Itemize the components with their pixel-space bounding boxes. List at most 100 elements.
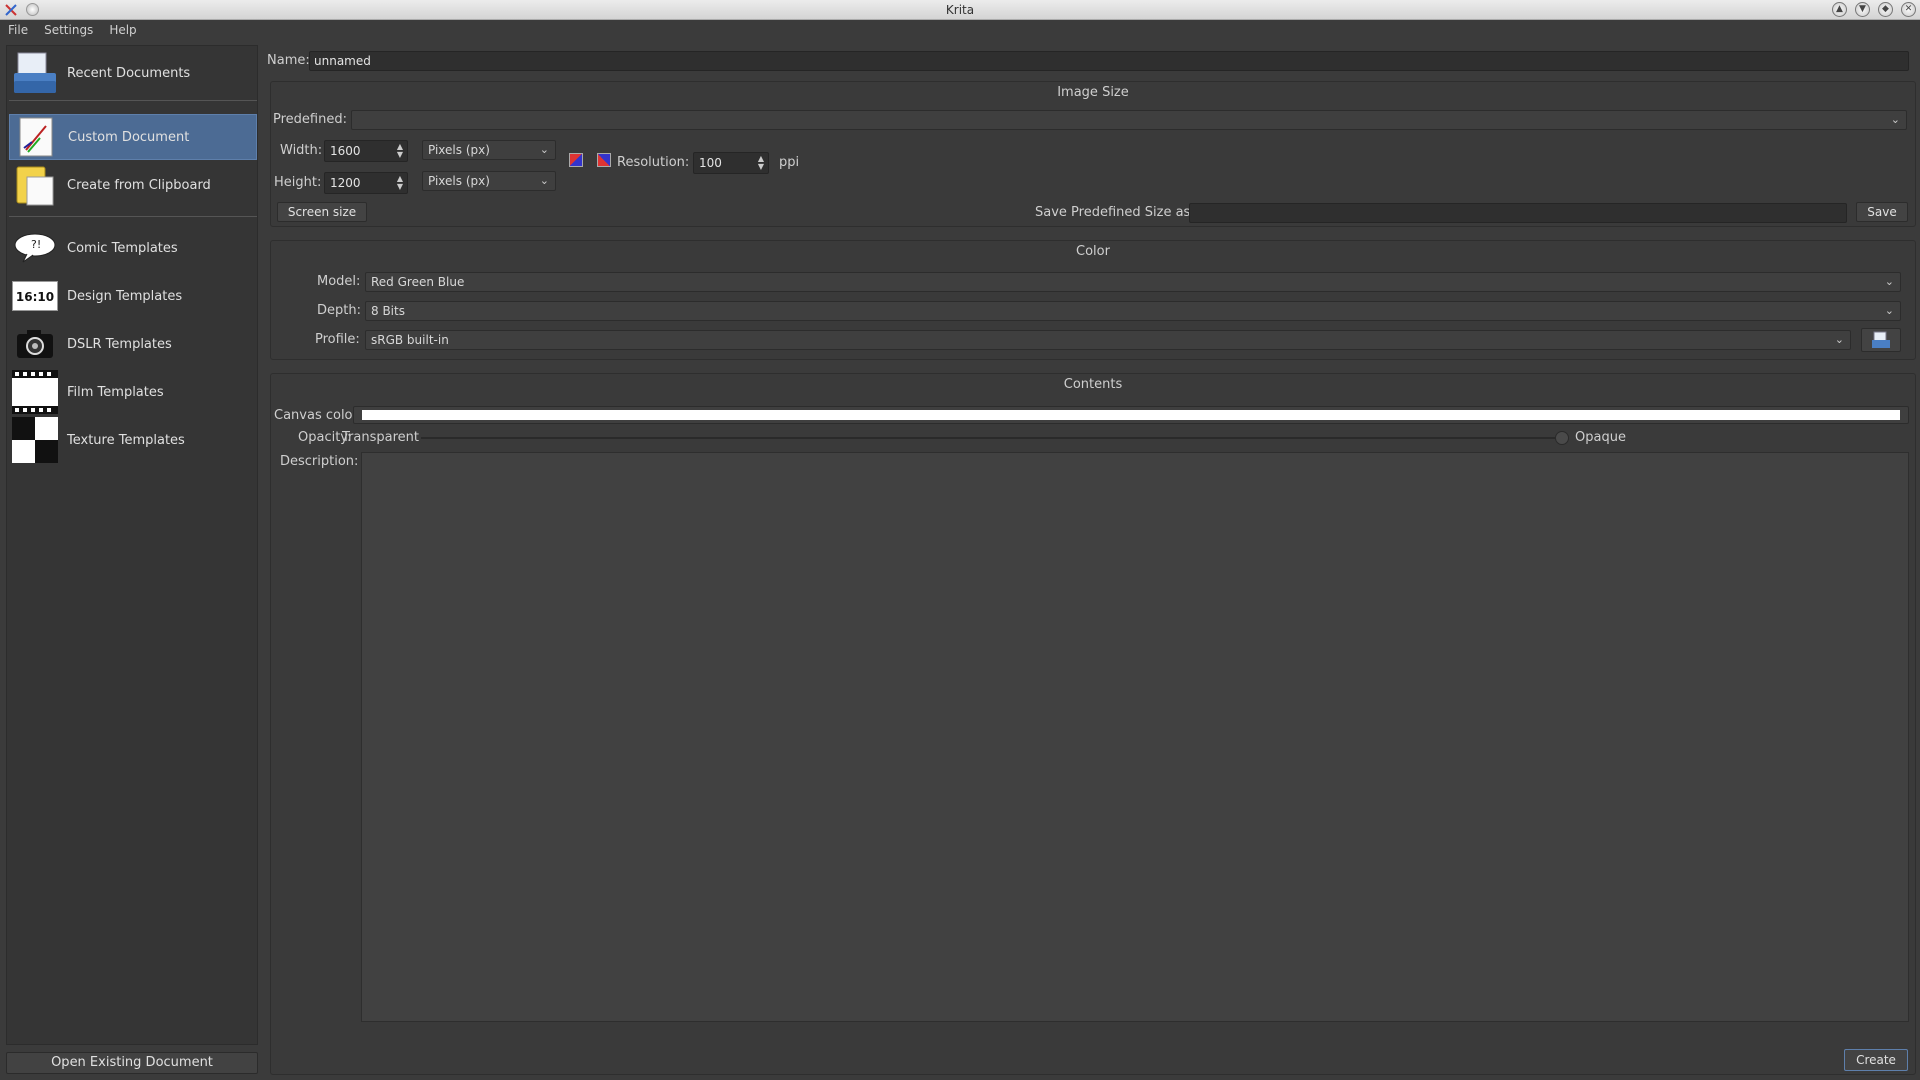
title-bar: Krita ▲ ▼ ◆ ✕ <box>0 0 1920 20</box>
section-heading: Image Size <box>1057 85 1129 100</box>
profile-info-button[interactable] <box>1861 328 1901 352</box>
spin-arrows-icon[interactable]: ▲ ▼ <box>758 155 764 171</box>
document-info-icon <box>1872 331 1890 348</box>
chevron-down-icon: ⌄ <box>539 174 549 187</box>
depth-label: Depth: <box>317 303 361 318</box>
color-depth-select[interactable]: 8 Bits ⌄ <box>365 301 1901 321</box>
model-label: Model: <box>317 274 361 289</box>
divider <box>9 100 257 101</box>
sidebar-item-label: DSLR Templates <box>67 336 172 352</box>
predefined-label: Predefined: <box>273 112 347 127</box>
save-predefined-label: Save Predefined Size as: <box>1035 205 1195 220</box>
resolution-unit: ppi <box>779 155 800 170</box>
width-unit-select[interactable]: Pixels (px) ⌄ <box>422 140 556 160</box>
landscape-orientation-icon[interactable] <box>569 153 583 167</box>
image-size-section: Image Size Predefined: ⌄ Width: 1600 ▲ ▼ … <box>270 81 1916 227</box>
opacity-slider-track[interactable] <box>421 437 1561 439</box>
menu-help[interactable]: Help <box>109 23 136 41</box>
chevron-down-icon: ⌄ <box>539 143 549 156</box>
open-existing-document-button[interactable]: Open Existing Document <box>6 1052 258 1074</box>
height-spinbox[interactable]: 1200 ▲ ▼ <box>324 172 408 194</box>
width-spinbox[interactable]: 1600 ▲ ▼ <box>324 140 408 162</box>
resolution-value: 100 <box>699 156 722 170</box>
aspect-ratio-text: 16:10 <box>12 281 58 311</box>
maximize-button[interactable]: ◆ <box>1878 2 1893 17</box>
height-label: Height: <box>274 175 322 190</box>
speech-bubble-icon: ?! <box>11 225 59 271</box>
opacity-slider-handle[interactable] <box>1555 431 1569 445</box>
documents-icon <box>11 50 59 96</box>
color-model-select[interactable]: Red Green Blue ⌄ <box>365 272 1901 292</box>
color-profile-value: sRGB built-in <box>371 333 449 347</box>
sidebar-item-design-templates[interactable]: 16:10 Design Templates <box>9 273 257 319</box>
sidebar-item-dslr-templates[interactable]: DSLR Templates <box>9 321 257 367</box>
spin-arrows-icon[interactable]: ▲ ▼ <box>397 175 403 191</box>
name-label: Name: <box>267 53 310 68</box>
menu-settings[interactable]: Settings <box>44 23 93 41</box>
custom-document-icon <box>12 114 60 160</box>
opacity-min-label: Transparent <box>342 430 419 445</box>
color-profile-select[interactable]: sRGB built-in ⌄ <box>365 330 1851 350</box>
height-unit-value: Pixels (px) <box>428 174 490 188</box>
sidebar-item-label: Design Templates <box>67 288 183 304</box>
canvas-color-swatch <box>362 410 1900 420</box>
portrait-orientation-icon[interactable] <box>597 153 611 167</box>
sidebar-item-label: Create from Clipboard <box>67 177 211 193</box>
chevron-down-icon: ⌄ <box>1834 333 1844 346</box>
save-predefined-name-field[interactable] <box>1189 203 1847 223</box>
sidebar-item-label: Comic Templates <box>67 240 178 256</box>
sidebar-item-recent-documents[interactable]: Recent Documents <box>9 50 257 96</box>
profile-label: Profile: <box>315 332 360 347</box>
close-button[interactable]: ✕ <box>1901 2 1916 17</box>
checkerboard-icon <box>11 417 59 463</box>
width-unit-value: Pixels (px) <box>428 143 490 157</box>
section-heading: Color <box>1076 244 1110 259</box>
sidebar-item-label: Recent Documents <box>67 65 191 81</box>
shade-button[interactable]: ▲ <box>1832 2 1847 17</box>
window-title: Krita <box>945 3 975 17</box>
create-button[interactable]: Create <box>1844 1049 1908 1071</box>
color-depth-value: 8 Bits <box>371 304 405 318</box>
color-section: Color Model: Red Green Blue ⌄ Depth: 8 B… <box>270 240 1916 360</box>
sidebar-item-comic-templates[interactable]: ?! Comic Templates <box>9 225 257 271</box>
aspect-ratio-icon: 16:10 <box>11 273 59 319</box>
save-button[interactable]: Save <box>1856 202 1908 222</box>
height-value: 1200 <box>330 176 361 190</box>
predefined-select[interactable]: ⌄ <box>351 110 1907 130</box>
film-strip-icon <box>11 369 59 415</box>
minimize-button[interactable]: ▼ <box>1855 2 1870 17</box>
sidebar-item-custom-document[interactable]: Custom Document <box>9 114 257 160</box>
canvas-color-button[interactable] <box>353 406 1909 424</box>
height-unit-select[interactable]: Pixels (px) ⌄ <box>422 171 556 191</box>
resolution-spinbox[interactable]: 100 ▲ ▼ <box>693 152 769 174</box>
opacity-max-label: Opaque <box>1575 430 1626 445</box>
sidebar-item-label: Film Templates <box>67 384 164 400</box>
svg-text:?!: ?! <box>31 238 41 251</box>
sidebar-item-film-templates[interactable]: Film Templates <box>9 369 257 415</box>
chevron-down-icon: ⌄ <box>1890 113 1900 126</box>
custom-document-form: Name: unnamed Image Size Predefined: ⌄ W… <box>264 45 1916 1075</box>
sidebar-item-label: Custom Document <box>68 129 190 145</box>
contents-section: Contents Canvas color: Opacity: Transpar… <box>270 373 1916 1075</box>
camera-icon <box>11 321 59 367</box>
section-heading: Contents <box>1063 377 1123 392</box>
chevron-down-icon: ⌄ <box>1884 304 1894 317</box>
menu-bar: File Settings Help <box>0 20 1920 41</box>
sidebar-item-create-from-clipboard[interactable]: Create from Clipboard <box>9 162 257 208</box>
sidebar-item-label: Texture Templates <box>67 432 185 448</box>
spin-arrows-icon[interactable]: ▲ ▼ <box>397 143 403 159</box>
description-textarea[interactable] <box>361 452 1909 1022</box>
sidebar-item-texture-templates[interactable]: Texture Templates <box>9 417 257 463</box>
width-value: 1600 <box>330 144 361 158</box>
screen-size-button[interactable]: Screen size <box>277 202 367 222</box>
template-sidebar: Recent Documents Custom Document Create … <box>6 45 258 1045</box>
divider <box>9 216 257 217</box>
chevron-down-icon: ⌄ <box>1884 275 1894 288</box>
name-field[interactable]: unnamed <box>309 51 1909 71</box>
canvas-color-label: Canvas color: <box>274 408 363 423</box>
description-label: Description: <box>280 454 359 469</box>
resolution-label: Resolution: <box>617 155 690 170</box>
menu-file[interactable]: File <box>8 23 28 41</box>
clipboard-icon <box>11 162 59 208</box>
color-model-value: Red Green Blue <box>371 275 465 289</box>
